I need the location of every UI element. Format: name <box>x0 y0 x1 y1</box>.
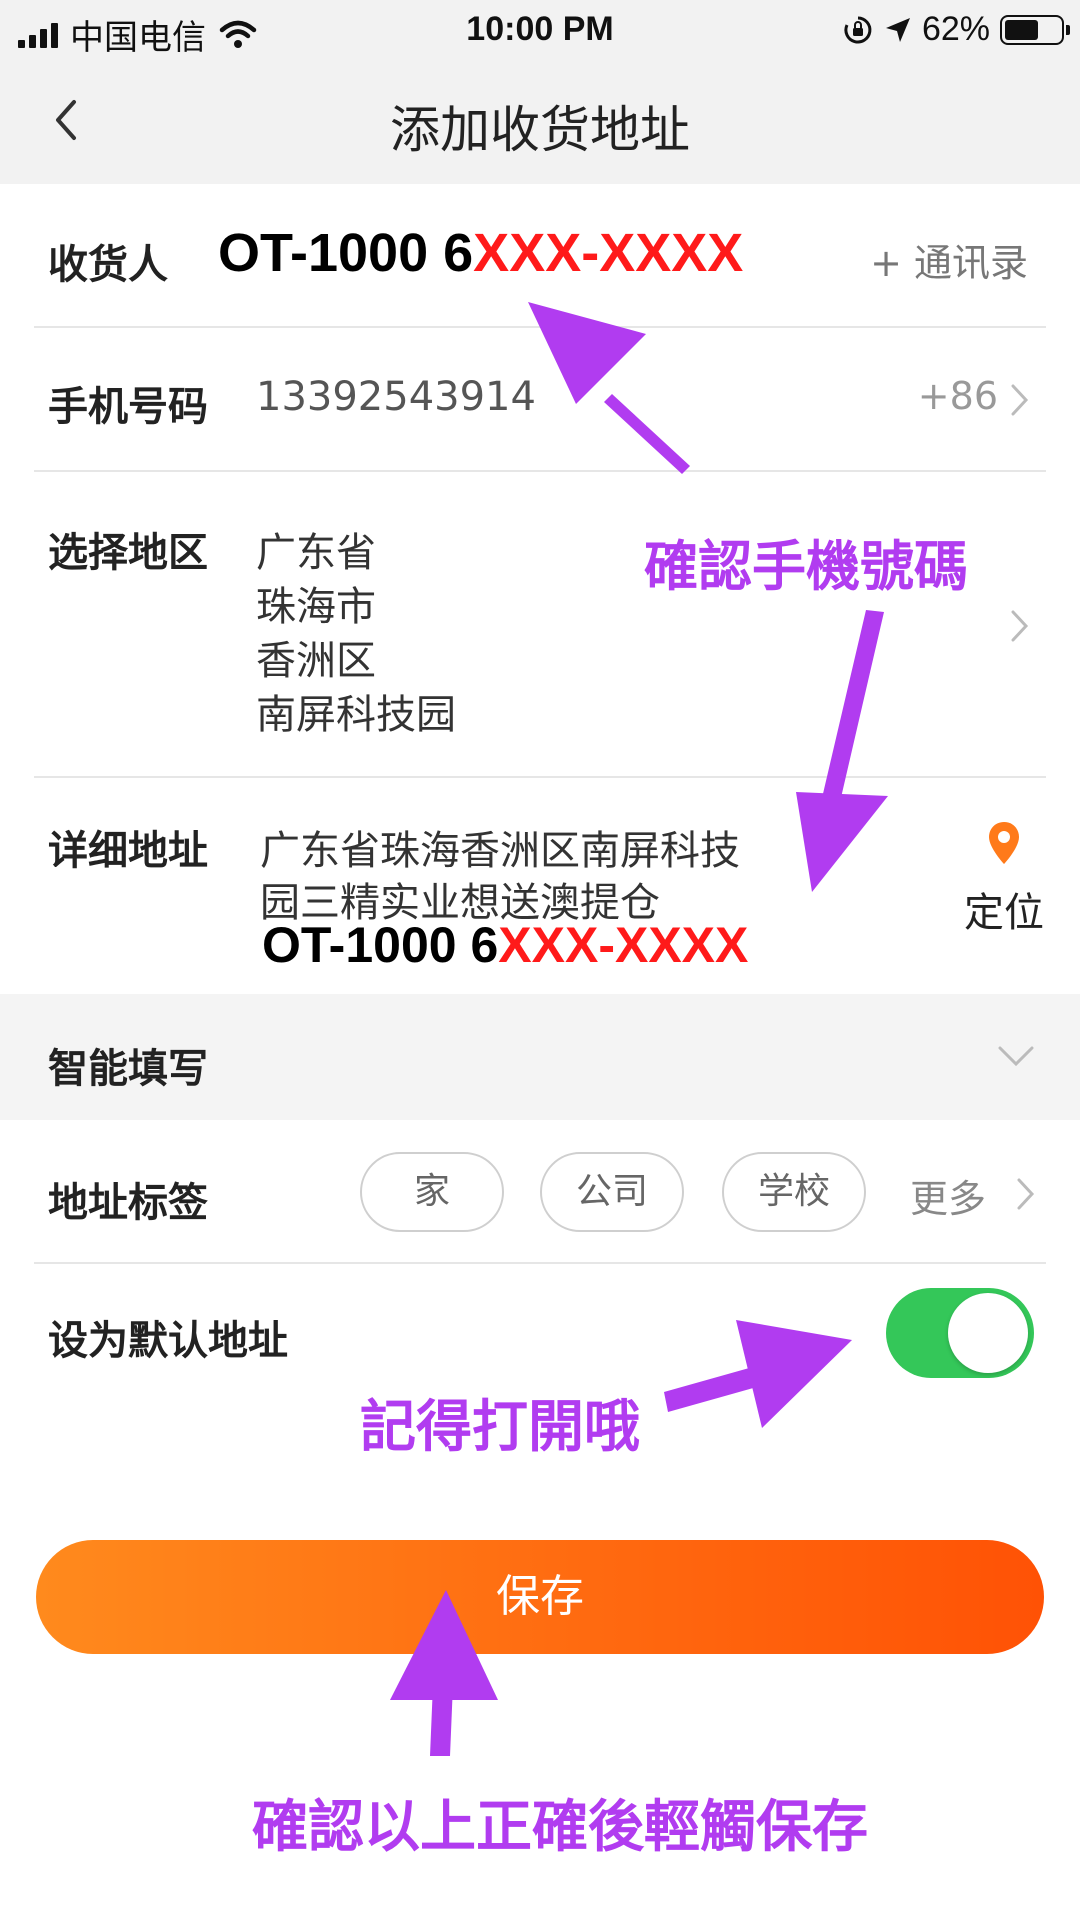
save-button[interactable]: 保存 <box>36 1540 1044 1654</box>
chevron-right-icon <box>1011 610 1029 642</box>
default-address-toggle[interactable] <box>886 1288 1034 1378</box>
receiver-overlay-name: OT-1000 <box>218 223 444 283</box>
arrow-right-icon <box>664 1320 852 1428</box>
status-right: 62% <box>842 10 1070 49</box>
receiver-label: 收货人 <box>48 242 168 288</box>
orientation-lock-icon <box>844 16 872 43</box>
chevron-right-icon <box>1011 384 1029 416</box>
address-overlay-digit: 6 <box>470 917 499 973</box>
tags-more-button[interactable]: 更多 <box>910 1168 986 1223</box>
status-bar: 中国电信 10:00 PM 62% <box>0 0 1080 62</box>
phone-row[interactable]: 手机号码 13392543914 +86 <box>0 328 1080 470</box>
divider <box>34 1262 1046 1264</box>
annotation-remember-toggle: 記得打開哦 <box>360 1395 640 1460</box>
smart-fill-label: 智能填写 <box>48 1046 208 1092</box>
contacts-button[interactable]: + 通讯录 <box>870 232 1028 287</box>
region-area: 南屏科技园 <box>256 692 456 738</box>
location-arrow-icon <box>885 17 910 42</box>
battery-percent: 62% <box>921 10 990 48</box>
receiver-overlay-text: OT-1000 6XXX-XXXX <box>218 222 743 284</box>
tags-label: 地址标签 <box>48 1180 208 1226</box>
country-code[interactable]: +86 <box>918 374 998 418</box>
phone-label: 手机号码 <box>48 384 208 430</box>
annotation-confirm-phone: 確認手機號碼 <box>644 535 968 598</box>
battery-icon <box>1000 14 1070 45</box>
chevron-right-icon <box>1017 1178 1035 1210</box>
phone-input[interactable]: 13392543914 <box>256 374 536 420</box>
nav-bar: 添加收货地址 <box>0 62 1080 184</box>
region-row[interactable]: 选择地区 广东省 珠海市 香洲区 南屏科技园 <box>0 472 1080 776</box>
locate-button[interactable]: 定位 <box>964 880 1044 938</box>
region-province: 广东省 <box>256 530 376 576</box>
region-city: 珠海市 <box>256 584 376 630</box>
receiver-overlay-mask: XXX-XXXX <box>473 223 744 283</box>
annotation-confirm-save: 確認以上正確後輕觸保存 <box>252 1795 868 1860</box>
chevron-down-icon[interactable] <box>996 1042 1036 1070</box>
receiver-overlay-digit: 6 <box>443 223 474 283</box>
address-label: 详细地址 <box>48 828 208 874</box>
page-title: 添加收货地址 <box>390 101 690 159</box>
toggle-knob <box>948 1293 1028 1373</box>
tag-company[interactable]: 公司 <box>540 1152 684 1232</box>
address-line-1[interactable]: 广东省珠海香洲区南屏科技 <box>260 818 740 876</box>
default-address-label: 设为默认地址 <box>48 1318 288 1364</box>
address-overlay-text: OT-1000 6XXX-XXXX <box>262 916 748 974</box>
location-pin-icon[interactable] <box>986 820 1022 868</box>
address-row[interactable]: 详细地址 广东省珠海香洲区南屏科技 园三精实业想送澳提仓 OT-1000 6XX… <box>0 778 1080 992</box>
region-district: 香洲区 <box>256 638 376 684</box>
tag-home[interactable]: 家 <box>360 1152 504 1232</box>
address-overlay-name: OT-1000 <box>262 917 471 973</box>
address-overlay-mask: XXX-XXXX <box>498 917 749 973</box>
tag-school[interactable]: 学校 <box>722 1152 866 1232</box>
receiver-row[interactable]: 收货人 OT-1000 6XXX-XXXX + 通讯录 <box>0 184 1080 326</box>
region-label: 选择地区 <box>48 530 208 576</box>
smart-fill-row[interactable]: 智能填写 <box>0 994 1080 1120</box>
